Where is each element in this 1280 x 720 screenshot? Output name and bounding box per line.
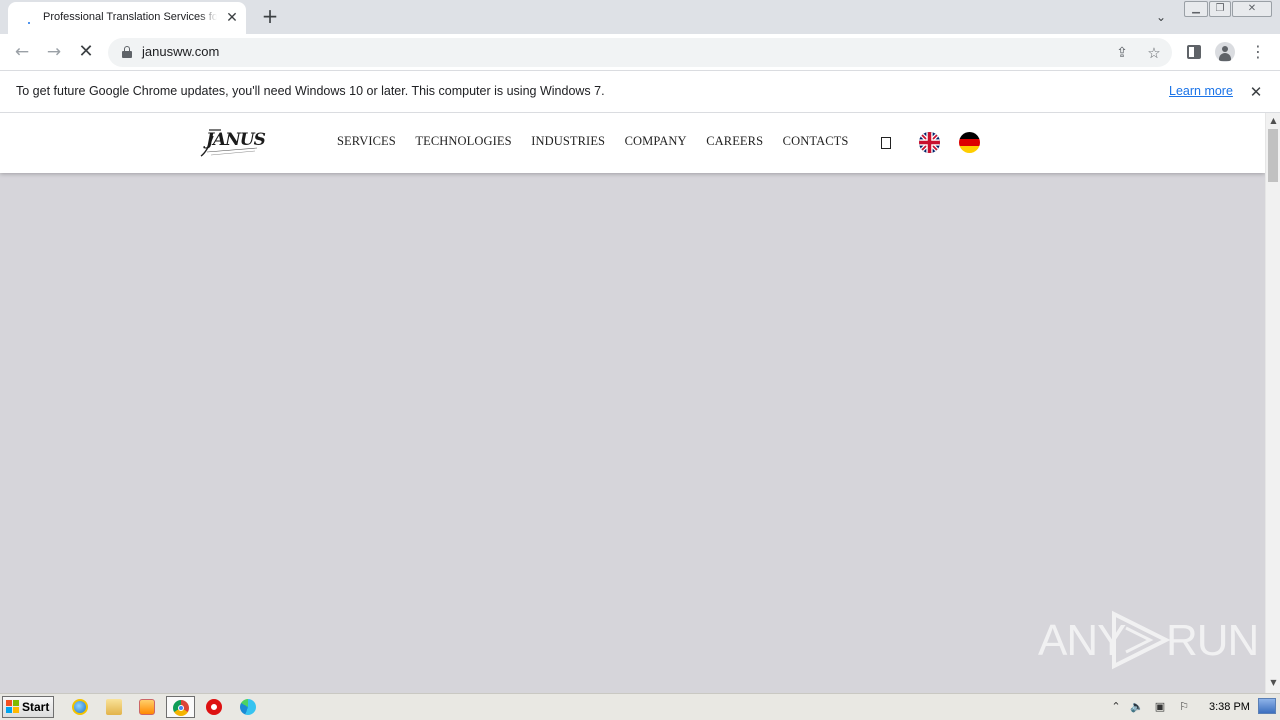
- start-button[interactable]: Start: [2, 696, 54, 718]
- address-bar[interactable]: janusww.com ⇪ ☆: [108, 38, 1172, 67]
- loading-icon: [22, 11, 36, 25]
- learn-more-link[interactable]: Learn more: [1169, 84, 1233, 98]
- play-icon: [1112, 610, 1171, 670]
- opera-icon[interactable]: [201, 696, 227, 718]
- window-close-button[interactable]: ✕: [1232, 1, 1272, 17]
- back-arrow-icon[interactable]: ←: [10, 40, 34, 64]
- tray-expand-icon[interactable]: ⌃: [1108, 699, 1124, 715]
- url-text[interactable]: janusww.com: [142, 44, 219, 59]
- new-tab-button[interactable]: +: [258, 5, 282, 29]
- nav-services[interactable]: SERVICES: [337, 134, 396, 152]
- nav-contacts[interactable]: CONTACTS: [783, 134, 849, 152]
- janus-logo[interactable]: JANUS: [199, 126, 266, 158]
- infobar-message: To get future Google Chrome updates, you…: [16, 84, 605, 98]
- search-icon[interactable]: [881, 137, 891, 149]
- main-nav: SERVICES TECHNOLOGIES INDUSTRIES COMPANY…: [337, 134, 848, 152]
- scroll-down-arrow-icon[interactable]: ▼: [1269, 678, 1278, 687]
- start-label: Start: [22, 700, 50, 714]
- site-header: JANUS SERVICES TECHNOLOGIES INDUSTRIES C…: [0, 113, 1265, 173]
- nav-careers[interactable]: CAREERS: [706, 134, 763, 152]
- tab-title: Professional Translation Services for: [43, 11, 217, 27]
- nav-industries[interactable]: INDUSTRIES: [531, 134, 605, 152]
- side-panel-icon[interactable]: [1182, 40, 1206, 64]
- kebab-menu-icon[interactable]: ⋮: [1246, 40, 1270, 64]
- network-icon[interactable]: ▣: [1152, 699, 1168, 715]
- stop-loading-icon[interactable]: ✕: [74, 40, 98, 64]
- page-scrollbar[interactable]: ▲ ▼: [1265, 113, 1280, 693]
- media-player-icon[interactable]: [134, 696, 160, 718]
- page-viewport: JANUS SERVICES TECHNOLOGIES INDUSTRIES C…: [0, 113, 1265, 693]
- chevron-down-icon[interactable]: ⌄: [1150, 6, 1172, 28]
- close-icon[interactable]: ✕: [1246, 82, 1266, 102]
- windows-logo-icon: [6, 700, 20, 714]
- german-flag-icon[interactable]: [959, 132, 980, 153]
- scroll-up-arrow-icon[interactable]: ▲: [1269, 116, 1278, 125]
- nav-technologies[interactable]: TECHNOLOGIES: [415, 134, 511, 152]
- forward-arrow-icon[interactable]: →: [42, 40, 66, 64]
- file-explorer-icon[interactable]: [101, 696, 127, 718]
- close-icon[interactable]: ✕: [224, 10, 240, 26]
- restore-button[interactable]: ❐: [1209, 1, 1231, 17]
- windows-taskbar: Start ⌃ 🔈 ▣ ⚐ 3:38 PM: [0, 693, 1280, 720]
- minimize-button[interactable]: ▁: [1184, 1, 1208, 17]
- nav-company[interactable]: COMPANY: [625, 134, 687, 152]
- bookmark-star-icon[interactable]: ☆: [1142, 41, 1166, 65]
- chrome-icon[interactable]: [166, 696, 195, 718]
- lock-icon[interactable]: [122, 46, 132, 58]
- action-center-flag-icon[interactable]: ⚐: [1176, 699, 1192, 715]
- uk-flag-icon[interactable]: [919, 132, 940, 153]
- profile-icon[interactable]: [1213, 40, 1237, 64]
- update-infobar: To get future Google Chrome updates, you…: [0, 71, 1280, 113]
- tab-strip: Professional Translation Services for ✕ …: [0, 0, 1280, 34]
- scroll-thumb[interactable]: [1268, 129, 1278, 182]
- watermark-run-text: RUN: [1166, 616, 1259, 665]
- logo-text: JANUS: [206, 130, 266, 150]
- show-desktop-button[interactable]: [1258, 698, 1276, 714]
- browser-tab[interactable]: Professional Translation Services for ✕: [8, 2, 246, 34]
- browser-toolbar: ← → ✕ janusww.com ⇪ ☆ ⋮: [0, 34, 1280, 71]
- share-icon[interactable]: ⇪: [1110, 41, 1134, 65]
- taskbar-clock[interactable]: 3:38 PM: [1209, 701, 1250, 713]
- volume-icon[interactable]: 🔈: [1129, 699, 1145, 715]
- edge-icon[interactable]: [235, 696, 261, 718]
- internet-explorer-icon[interactable]: [67, 696, 93, 718]
